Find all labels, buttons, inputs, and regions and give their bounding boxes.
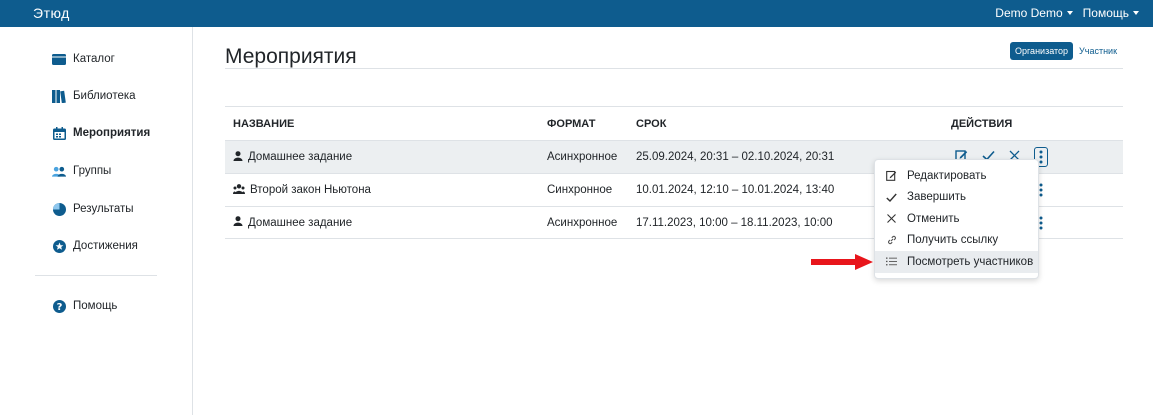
top-navbar: Этюд Demo Demo Помощь — [0, 0, 1153, 27]
role-organizer-button[interactable]: Организатор — [1009, 42, 1074, 60]
menu-item-view-participants[interactable]: Посмотреть участников — [875, 251, 1038, 273]
svg-text:?: ? — [56, 302, 62, 313]
title-divider — [225, 68, 1123, 69]
sidebar-item-label: Результаты — [73, 203, 134, 215]
menu-item-get-link[interactable]: Получить ссылку — [875, 230, 1038, 252]
pie-chart-icon — [52, 202, 66, 216]
sidebar-divider — [35, 275, 157, 276]
sidebar: Каталог Библиотека Мероприятия Группы Ре… — [0, 27, 193, 415]
event-format: Синхронное — [547, 184, 613, 196]
caret-down-icon — [1133, 11, 1139, 15]
sidebar-item-label: Группы — [73, 165, 112, 177]
menu-item-label: Редактировать — [907, 169, 987, 182]
sidebar-item-label: Библиотека — [73, 90, 136, 102]
header-format: ФОРМАТ — [547, 117, 596, 130]
sidebar-item-catalog[interactable]: Каталог — [52, 52, 115, 66]
sidebar-item-label: Мероприятия — [73, 127, 151, 139]
event-format: Асинхронное — [547, 216, 618, 229]
menu-item-label: Посмотреть участников — [907, 255, 1034, 268]
user-menu-label: Demo Demo — [995, 6, 1063, 20]
menu-item-label: Завершить — [907, 191, 967, 204]
header-term: СРОК — [636, 117, 667, 130]
sidebar-item-help[interactable]: ? Помощь — [52, 299, 117, 313]
list-icon — [885, 257, 898, 266]
sidebar-item-label: Каталог — [73, 53, 115, 65]
caret-down-icon — [1066, 11, 1073, 15]
menu-item-cancel[interactable]: Отменить — [875, 208, 1038, 230]
event-name: Домашнее задание — [248, 151, 353, 163]
event-term: 25.09.2024, 20:31 – 02.10.2024, 20:31 — [636, 151, 835, 163]
event-term: 10.01.2024, 12:10 – 10.01.2024, 13:40 — [636, 184, 835, 196]
kebab-icon — [1039, 216, 1043, 229]
star-badge-icon — [52, 239, 66, 253]
sidebar-item-groups[interactable]: Группы — [52, 164, 111, 178]
folder-icon — [52, 52, 66, 66]
menu-item-finish[interactable]: Завершить — [875, 187, 1038, 209]
red-arrow-annotation — [811, 254, 873, 270]
event-name: Второй закон Ньютона — [250, 184, 371, 196]
help-menu[interactable]: Помощь — [1083, 6, 1139, 20]
users-icon — [52, 164, 66, 178]
person-icon — [233, 216, 243, 229]
page-title: Мероприятия — [225, 45, 357, 68]
person-icon — [233, 150, 243, 164]
sidebar-item-achievements[interactable]: Достижения — [52, 239, 138, 253]
sidebar-item-label: Достижения — [73, 240, 138, 252]
sidebar-item-library[interactable]: Библиотека — [52, 89, 136, 103]
close-icon — [885, 214, 898, 224]
calendar-icon — [52, 126, 66, 140]
question-icon: ? — [52, 299, 66, 313]
header-actions: ДЕЙСТВИЯ — [951, 117, 1013, 130]
table-header: НАЗВАНИЕ ФОРМАТ СРОК ДЕЙСТВИЯ — [225, 106, 1123, 140]
check-icon — [885, 193, 898, 202]
app-logo[interactable]: Этюд — [33, 5, 70, 21]
user-menu[interactable]: Demo Demo — [995, 6, 1073, 20]
edit-icon — [885, 170, 898, 182]
top-nav: Demo Demo Помощь — [995, 6, 1139, 20]
header-name: НАЗВАНИЕ — [233, 117, 295, 130]
event-term: 17.11.2023, 10:00 – 18.11.2023, 10:00 — [636, 216, 833, 229]
kebab-icon — [1039, 150, 1043, 164]
menu-item-edit[interactable]: Редактировать — [875, 165, 1038, 187]
books-icon — [52, 89, 66, 103]
sidebar-item-label: Помощь — [73, 300, 118, 312]
event-name: Домашнее задание — [248, 216, 353, 229]
menu-item-label: Отменить — [907, 212, 960, 225]
help-menu-label: Помощь — [1082, 6, 1129, 20]
role-switch: Организатор Участник — [1009, 42, 1119, 60]
event-format: Асинхронное — [547, 151, 618, 163]
sidebar-item-results[interactable]: Результаты — [52, 202, 134, 216]
kebab-icon — [1039, 183, 1043, 197]
sidebar-item-events[interactable]: Мероприятия — [52, 126, 150, 140]
menu-item-label: Получить ссылку — [907, 234, 999, 247]
actions-dropdown-menu: Редактировать Завершить Отменить Получит… — [874, 159, 1039, 279]
group-icon — [233, 183, 245, 197]
role-participant-link[interactable]: Участник — [1077, 42, 1119, 60]
link-icon — [885, 235, 898, 245]
